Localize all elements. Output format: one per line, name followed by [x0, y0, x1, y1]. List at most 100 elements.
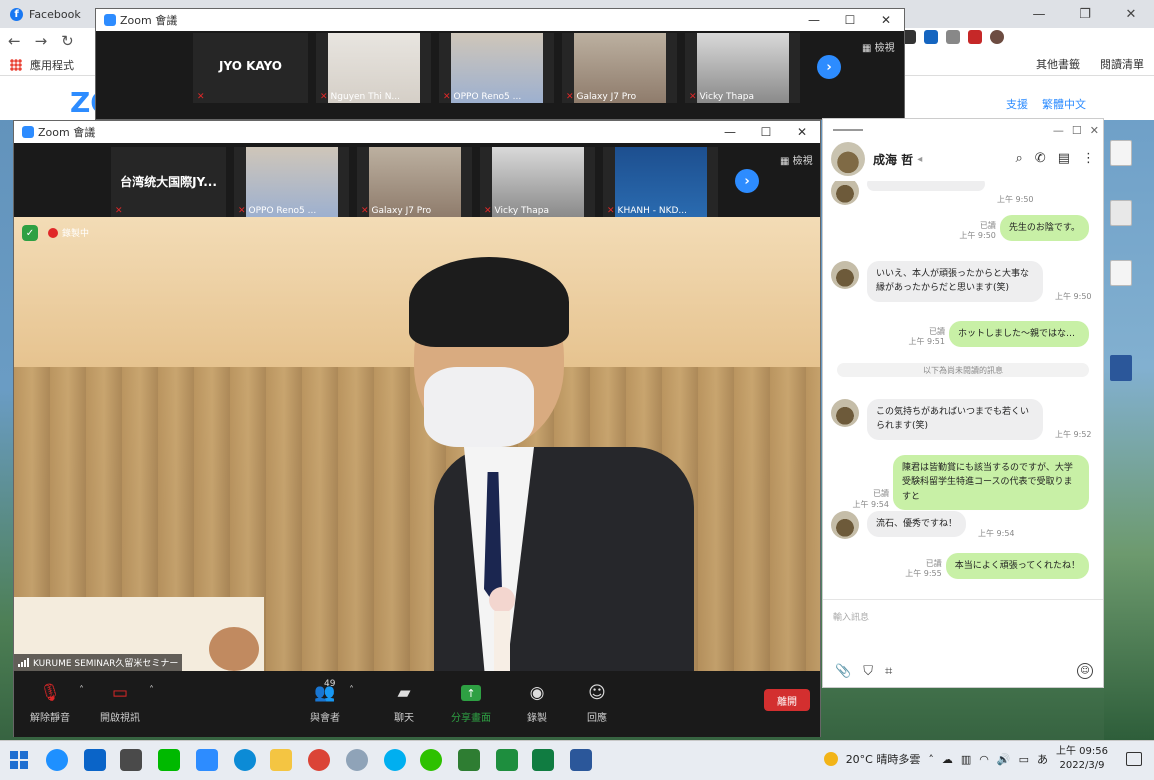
reactions-button[interactable]: ☺ 回應: [587, 683, 607, 724]
browser-tab-facebook[interactable]: f Facebook: [10, 7, 81, 21]
maximize-button[interactable]: ☐: [748, 121, 784, 143]
security-shield-icon[interactable]: ✓: [22, 225, 38, 241]
store-icon[interactable]: [120, 749, 142, 771]
next-page-button[interactable]: ›: [735, 169, 759, 193]
maximize-button[interactable]: ☐: [832, 9, 868, 31]
participant-tile[interactable]: ✕ Nguyen Thi N...: [316, 33, 431, 103]
extension-icon[interactable]: [924, 30, 938, 44]
recording-indicator[interactable]: 錄製中: [48, 226, 89, 239]
participants-button[interactable]: 👥 49 與會者 ˄: [310, 679, 354, 724]
participant-tile[interactable]: ✕ Galaxy J7 Pro: [357, 147, 472, 217]
pin-slider[interactable]: [833, 129, 863, 131]
message-bubble[interactable]: 流石、優秀ですね！: [867, 511, 967, 538]
extension-icon[interactable]: [968, 30, 982, 44]
weather-icon[interactable]: [823, 752, 838, 766]
extension-icon[interactable]: [946, 30, 960, 44]
participant-tile[interactable]: JYO KAYO ✕: [193, 33, 308, 103]
notes-icon[interactable]: ▤: [1058, 151, 1070, 166]
message-bubble[interactable]: この気持ちがあればいつまでも若くいられます(笑): [867, 399, 1043, 440]
participant-tile[interactable]: ✕ OPPO Reno5 ...: [234, 147, 349, 217]
caret-up-icon[interactable]: ˄: [79, 685, 84, 696]
view-button[interactable]: ▦ 檢視: [780, 152, 813, 167]
sheets-icon[interactable]: [496, 749, 518, 771]
app-icon[interactable]: [346, 749, 368, 771]
emoji-icon[interactable]: ☺: [1077, 663, 1093, 679]
maximize-button[interactable]: ☐: [1072, 124, 1082, 137]
message-bubble[interactable]: 本当によく頑張ってくれたね！: [945, 553, 1089, 580]
record-button[interactable]: ◉ 錄製: [527, 683, 547, 724]
participant-tile[interactable]: ✕ KHANH - NKD...: [603, 147, 718, 217]
participant-tile[interactable]: ✕ Vicky Thapa: [685, 33, 800, 103]
ie-icon[interactable]: [46, 749, 68, 771]
call-icon[interactable]: ✆: [1035, 151, 1046, 166]
clock[interactable]: 上午 09:56 2022/3/9: [1056, 745, 1108, 773]
cloud-icon[interactable]: ☁: [942, 753, 953, 766]
message-bubble[interactable]: 陳君は皆勤賞にも該当するのですが、大学受験科留学生特進コースの代表で受取りますと: [893, 455, 1089, 511]
browser-minimize-button[interactable]: —: [1016, 0, 1062, 28]
close-button[interactable]: ✕: [868, 9, 904, 31]
caret-up-icon[interactable]: ˄: [349, 685, 354, 696]
browser-close-button[interactable]: ✕: [1108, 0, 1154, 28]
bookmark-reading-list[interactable]: 閱讀清單: [1100, 56, 1144, 72]
word-icon[interactable]: [570, 749, 592, 771]
participant-tile[interactable]: ✕ Vicky Thapa: [480, 147, 595, 217]
share-screen-button[interactable]: ↑ 分享畫面: [451, 683, 491, 724]
skype-icon[interactable]: [384, 749, 406, 771]
apps-icon[interactable]: [10, 58, 22, 71]
weather-text[interactable]: 20°C 晴時多雲: [846, 751, 921, 767]
next-page-button[interactable]: ›: [817, 55, 841, 79]
link-support[interactable]: 支援: [1006, 96, 1028, 112]
minimize-button[interactable]: —: [1053, 124, 1064, 137]
bookmark-icon[interactable]: ⛉: [863, 664, 873, 679]
view-button[interactable]: ▦ 檢視: [862, 39, 895, 54]
contact-avatar[interactable]: [831, 142, 865, 176]
desktop-file-icon[interactable]: [1110, 260, 1132, 286]
participant-tile[interactable]: 台湾统大国際JY... ✕: [111, 147, 226, 217]
message-bubble[interactable]: [867, 181, 985, 191]
bookmark-apps[interactable]: 應用程式: [30, 57, 74, 73]
notification-icon[interactable]: [1126, 752, 1142, 766]
mail-icon[interactable]: [84, 749, 106, 771]
participant-tile[interactable]: ✕ OPPO Reno5 ...: [439, 33, 554, 103]
start-video-button[interactable]: ▭ 開啟視訊 ˄: [100, 683, 154, 724]
reload-icon[interactable]: ↻: [61, 32, 74, 50]
participant-tile[interactable]: ✕ Galaxy J7 Pro: [562, 33, 677, 103]
app-icon[interactable]: [458, 749, 480, 771]
message-input[interactable]: 輸入訊息: [833, 610, 869, 623]
caret-up-icon[interactable]: ˄: [149, 685, 154, 696]
network-icon[interactable]: ▥: [961, 753, 971, 766]
chat-button[interactable]: ▰ 聊天: [394, 683, 414, 724]
edge-icon[interactable]: [234, 749, 256, 771]
leave-button[interactable]: 離開: [764, 689, 810, 711]
desktop-file-icon[interactable]: [1110, 200, 1132, 226]
profile-avatar[interactable]: [990, 30, 1004, 44]
message-bubble[interactable]: ホットしました〜親ではないのに...: [949, 321, 1089, 348]
minimize-button[interactable]: —: [796, 9, 832, 31]
word-file-icon[interactable]: [1110, 355, 1132, 381]
chrome-icon[interactable]: [308, 749, 330, 771]
link-language[interactable]: 繁體中文: [1042, 96, 1086, 112]
crop-screenshot-icon[interactable]: ⌗: [885, 664, 892, 679]
ime-indicator[interactable]: あ: [1037, 751, 1048, 767]
excel-icon[interactable]: [532, 749, 554, 771]
more-icon[interactable]: ⋮: [1082, 151, 1095, 166]
line-app-icon[interactable]: [158, 749, 180, 771]
close-button[interactable]: ✕: [784, 121, 820, 143]
close-button[interactable]: ✕: [1090, 124, 1099, 137]
file-explorer-icon[interactable]: [270, 749, 292, 771]
wechat-icon[interactable]: [420, 749, 442, 771]
back-icon[interactable]: ←: [8, 32, 21, 50]
message-bubble[interactable]: いいえ、本人が頑張ったからと大事な縁があったからだと思います(笑): [867, 261, 1043, 302]
forward-icon[interactable]: →: [35, 32, 48, 50]
message-bubble[interactable]: 先生のお陰です。: [999, 215, 1089, 242]
search-icon[interactable]: ⌕: [1016, 151, 1023, 166]
browser-restore-button[interactable]: ❐: [1062, 0, 1108, 28]
zoom-app-icon[interactable]: [196, 749, 218, 771]
bookmark-other[interactable]: 其他書籤: [1036, 56, 1080, 72]
battery-icon[interactable]: ▭: [1019, 753, 1029, 766]
minimize-button[interactable]: —: [712, 121, 748, 143]
attach-icon[interactable]: 📎: [835, 664, 851, 679]
desktop-file-icon[interactable]: [1110, 140, 1132, 166]
wifi-icon[interactable]: ◠: [979, 753, 989, 766]
chevron-up-icon[interactable]: ˄: [928, 753, 934, 766]
